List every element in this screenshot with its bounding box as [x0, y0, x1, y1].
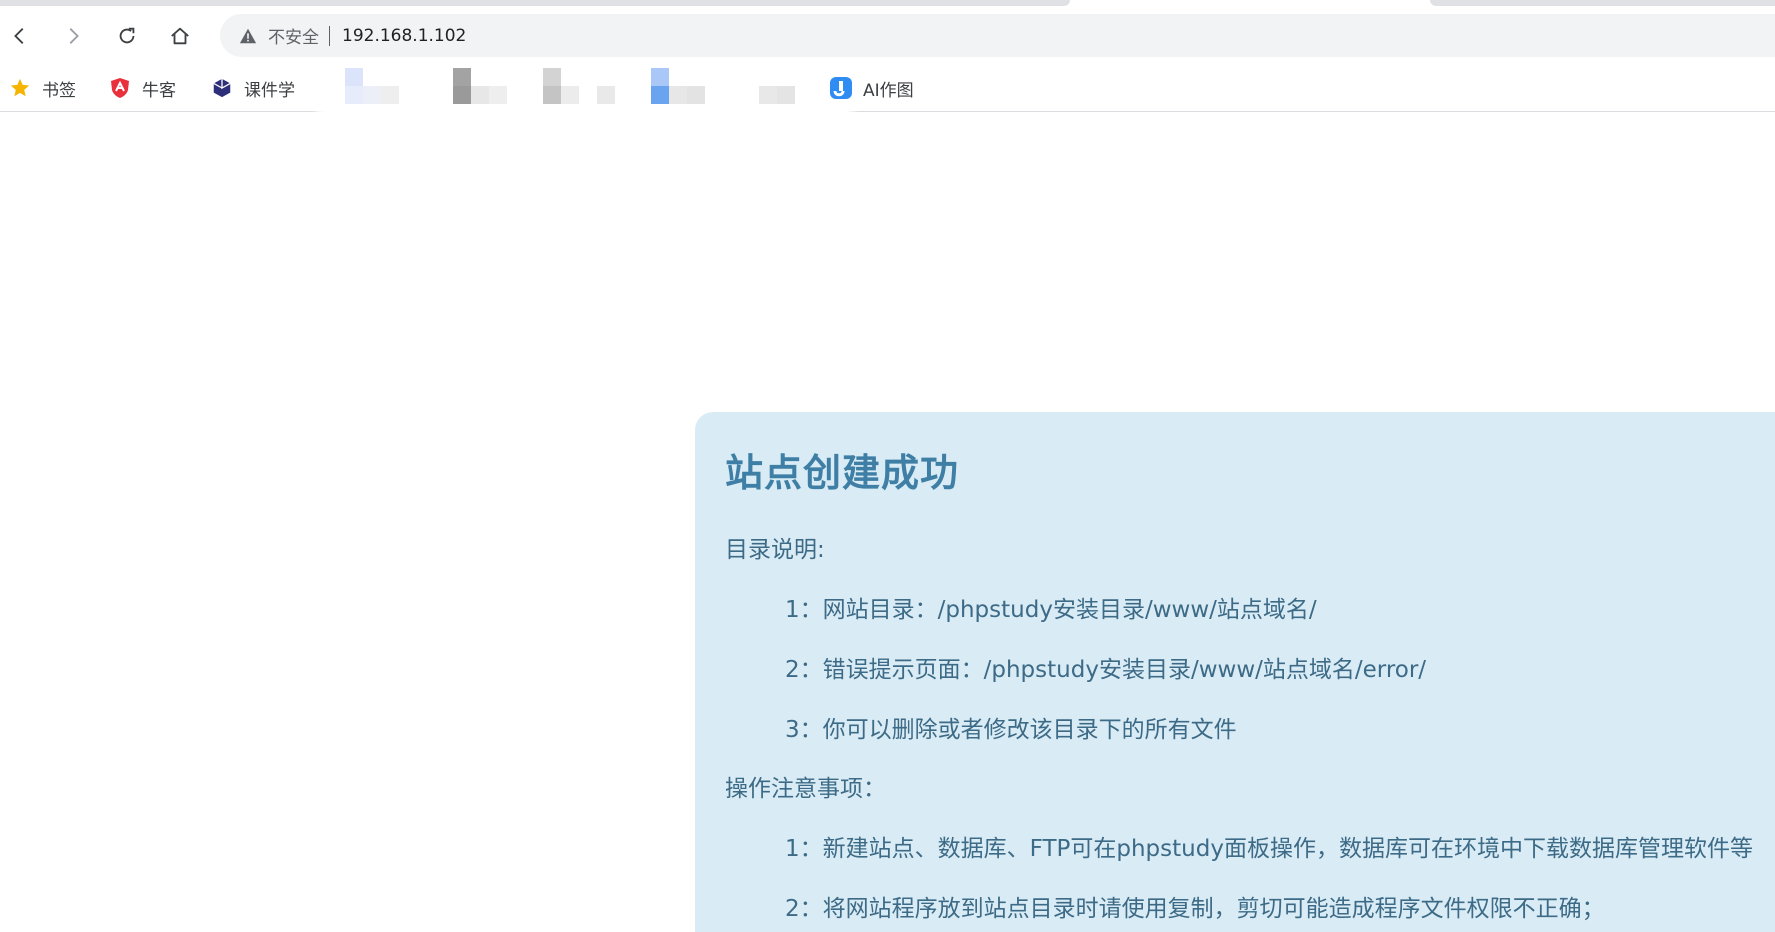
warning-icon[interactable] — [238, 26, 258, 46]
chevron-left-icon — [14, 28, 24, 44]
divider — [329, 25, 330, 46]
url-text[interactable]: 192.168.1.102 — [342, 26, 466, 46]
redacted-pixel — [471, 86, 489, 104]
redacted-pixel — [489, 86, 507, 104]
star-icon — [8, 76, 32, 100]
security-status[interactable]: 不安全 — [268, 23, 319, 48]
redacted-pixel — [687, 86, 705, 104]
page-title: 站点创建成功 — [725, 451, 960, 495]
bookmark-label: 牛客 — [142, 80, 176, 101]
redacted-pixel — [669, 86, 687, 104]
bookmark-label: 书签 — [42, 80, 76, 101]
redacted-pixel — [651, 86, 669, 104]
nowcoder-shield-icon — [108, 76, 132, 100]
redacted-pixel — [777, 86, 795, 104]
inactive-tab[interactable] — [0, 0, 1070, 6]
redacted-pixel — [543, 68, 561, 86]
reload-icon — [119, 27, 135, 44]
home-icon — [171, 27, 189, 45]
chevron-right-icon — [69, 28, 79, 44]
bookmark-label: AI作图 — [863, 80, 914, 101]
redacted-pixel — [561, 86, 579, 104]
redacted-pixel — [759, 86, 777, 104]
operations-heading: 操作注意事项： — [725, 776, 886, 802]
redacted-pixel — [381, 86, 399, 104]
cube-icon — [210, 76, 234, 100]
ai-app-icon — [829, 76, 853, 100]
redacted-pixel — [363, 86, 381, 104]
redacted-pixel — [543, 86, 561, 104]
site-created-card: 站点创建成功 目录说明: 1：网站目录：/phpstudy安装目录/www/站点… — [695, 412, 1775, 932]
home-button[interactable] — [164, 20, 196, 52]
redacted-pixel — [597, 86, 615, 104]
bookmark-item-nowcoder[interactable]: 牛客 — [108, 72, 176, 104]
bookmark-item-courseware[interactable]: 课件学 — [210, 72, 295, 104]
bookmark-item-bookmarks[interactable]: 书签 — [8, 72, 76, 104]
redacted-pixel — [345, 86, 363, 104]
bookmark-item-ai-drawing[interactable]: AI作图 — [829, 72, 914, 104]
list-item: 1：新建站点、数据库、FTP可在phpstudy面板操作，数据库可在环境中下载数… — [785, 836, 1753, 862]
address-bar[interactable]: 不安全 192.168.1.102 — [220, 14, 1775, 57]
inactive-tab[interactable] — [1430, 0, 1775, 6]
directory-heading: 目录说明: — [725, 537, 825, 563]
back-button[interactable] — [4, 20, 36, 52]
redacted-pixel — [453, 86, 471, 104]
redacted-pixel — [453, 68, 471, 86]
bookmarks-bar: 书签 牛客 课件学 AI作图 — [0, 64, 1775, 116]
redacted-pixel — [651, 68, 669, 86]
list-item: 1：网站目录：/phpstudy安装目录/www/站点域名/ — [785, 597, 1317, 623]
redacted-pixel — [345, 68, 363, 86]
list-item: 2：错误提示页面：/phpstudy安装目录/www/站点域名/error/ — [785, 657, 1427, 683]
forward-button[interactable] — [57, 20, 89, 52]
bookmark-label: 课件学 — [244, 80, 295, 101]
reload-button[interactable] — [111, 20, 143, 52]
list-item: 2：将网站程序放到站点目录时请使用复制，剪切可能造成程序文件权限不正确； — [785, 896, 1605, 922]
tab-strip — [0, 0, 1775, 7]
browser-toolbar: 不安全 192.168.1.102 — [0, 10, 1775, 62]
list-item: 3：你可以删除或者修改该目录下的所有文件 — [785, 717, 1237, 743]
